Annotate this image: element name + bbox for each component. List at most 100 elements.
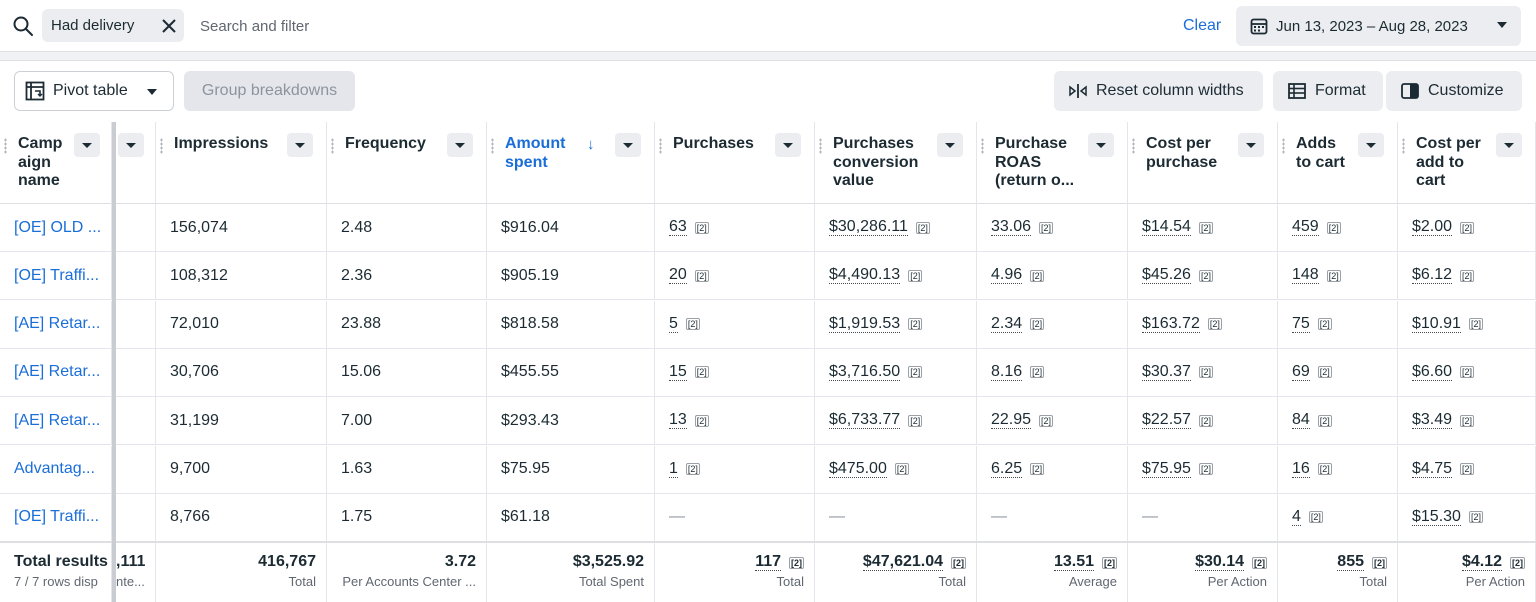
campaign-name-link[interactable]: [AE] Retar...	[14, 315, 100, 333]
column-drag-handle[interactable]	[819, 138, 822, 154]
campaign-name-cell[interactable]: [OE] OLD ...	[0, 204, 112, 252]
column-header-cost-per-add-to-cart[interactable]: Cost per add to cart	[1398, 122, 1536, 204]
atc-value[interactable]: 148	[1292, 267, 1319, 285]
customize-button[interactable]: Customize	[1386, 71, 1522, 111]
cpatc-value[interactable]: $10.91	[1412, 315, 1461, 333]
cpp-value[interactable]: $14.54	[1142, 219, 1191, 236]
column-header-cost-per-purchase[interactable]: Cost per purchase	[1128, 122, 1278, 204]
campaign-name-cell[interactable]: [AE] Retar...	[0, 397, 112, 446]
cpp-value[interactable]: $75.95	[1142, 460, 1191, 478]
roas-value[interactable]: 2.34	[991, 315, 1023, 333]
conv_value-value[interactable]: $475.00	[829, 460, 887, 478]
date-range-picker[interactable]: Jun 13, 2023 – Aug 28, 2023	[1236, 6, 1521, 46]
purchases-value[interactable]: 5	[669, 315, 678, 333]
column-drag-handle[interactable]	[1282, 138, 1285, 154]
atc-total-number[interactable]: 855	[1337, 553, 1364, 571]
column-header-purchase-roas[interactable]: Purchase ROAS (return o...	[977, 122, 1128, 204]
column-menu-chevron-down-icon[interactable]	[1358, 133, 1384, 157]
purchases-value[interactable]: 15	[669, 363, 687, 381]
column-menu-chevron-down-icon[interactable]	[447, 133, 473, 157]
column-drag-handle[interactable]	[331, 138, 334, 154]
cpatc-total-number[interactable]: $4.12	[1461, 553, 1502, 571]
atc-total-value[interactable]: 855 [2]	[1278, 553, 1387, 571]
cpatc-total-value[interactable]: $4.12 [2]	[1398, 553, 1525, 571]
column-menu-chevron-down-icon[interactable]	[775, 133, 801, 157]
purchases-value[interactable]: 1	[669, 460, 678, 478]
campaign-name-cell[interactable]: Advantag...	[0, 445, 112, 494]
column-menu-chevron-down-icon[interactable]	[937, 133, 963, 157]
cpatc-value[interactable]: $15.30	[1412, 508, 1461, 526]
column-menu-chevron-down-icon[interactable]	[287, 133, 313, 157]
column-menu-chevron-down-icon[interactable]	[1088, 133, 1114, 157]
campaign-name-link[interactable]: [OE] OLD ...	[14, 219, 101, 237]
column-drag-handle[interactable]	[4, 138, 7, 154]
campaign-name-cell[interactable]: [OE] Traffi...	[0, 252, 112, 301]
group-breakdowns-button[interactable]: Group breakdowns	[184, 71, 355, 111]
purchases-value[interactable]: 13	[669, 412, 687, 430]
column-drag-handle[interactable]	[160, 138, 163, 154]
column-menu-chevron-down-icon[interactable]	[1238, 133, 1264, 157]
purchases-total-value[interactable]: 117 [2]	[655, 553, 804, 571]
column-drag-handle[interactable]	[1132, 138, 1135, 154]
column-drag-handle[interactable]	[491, 138, 494, 154]
conv_value-value[interactable]: $6,733.77	[829, 412, 901, 430]
column-drag-handle[interactable]	[1402, 138, 1405, 154]
remove-filter-close-icon[interactable]	[160, 17, 178, 35]
column-header-amount-spent[interactable]: Amount spent ↓	[487, 122, 655, 204]
campaign-name-link[interactable]: Advantag...	[14, 460, 95, 478]
filter-chip-had-delivery[interactable]: Had delivery	[42, 9, 184, 42]
conv_value-total-number[interactable]: $47,621.04	[862, 553, 943, 571]
campaign-name-cell[interactable]: [AE] Retar...	[0, 348, 112, 397]
campaign-name-cell[interactable]: [AE] Retar...	[0, 300, 112, 349]
column-header-purchases[interactable]: Purchases	[655, 122, 815, 204]
conv_value-value[interactable]: $4,490.13	[829, 267, 901, 285]
column-header-adds-to-cart[interactable]: Adds to cart	[1278, 122, 1398, 204]
cpatc-value[interactable]: $6.12	[1412, 267, 1453, 285]
sort-descending-arrow-icon[interactable]: ↓	[587, 136, 595, 153]
column-drag-handle[interactable]	[981, 138, 984, 154]
roas-value[interactable]: 6.25	[991, 460, 1023, 478]
purchases-value[interactable]: 20	[669, 267, 687, 285]
column-drag-handle[interactable]	[659, 138, 662, 154]
conv_value-value[interactable]: $30,286.11	[829, 219, 908, 236]
reset-column-widths-button[interactable]: Reset column widths	[1054, 71, 1263, 111]
cpp-value[interactable]: $22.57	[1142, 412, 1191, 430]
atc-value[interactable]: 75	[1292, 315, 1310, 333]
roas-value[interactable]: 8.16	[991, 363, 1023, 381]
column-menu-chevron-down-icon[interactable]	[74, 133, 100, 157]
cpatc-value[interactable]: $2.00	[1412, 219, 1453, 236]
purchases-value[interactable]: 63	[669, 219, 687, 236]
cpp-value[interactable]: $45.26	[1142, 267, 1191, 285]
column-menu-chevron-down-icon[interactable]	[1496, 133, 1522, 157]
campaign-name-link[interactable]: [AE] Retar...	[14, 412, 100, 430]
column-header-campaign-name[interactable]: Camp aign name	[0, 122, 112, 204]
purchases-total-number[interactable]: 117	[755, 553, 781, 571]
atc-value[interactable]: 84	[1292, 412, 1310, 430]
column-menu-chevron-down-icon[interactable]	[118, 133, 144, 157]
conv_value-value[interactable]: $1,919.53	[829, 315, 901, 333]
campaign-name-link[interactable]: [AE] Retar...	[14, 363, 100, 381]
column-header-impressions[interactable]: Impressions	[156, 122, 327, 204]
conv_value-total-value[interactable]: $47,621.04 [2]	[815, 553, 966, 571]
cpatc-value[interactable]: $6.60	[1412, 363, 1453, 381]
roas-value[interactable]: 4.96	[991, 267, 1023, 285]
cpp-total-value[interactable]: $30.14 [2]	[1128, 553, 1267, 571]
roas-total-number[interactable]: 13.51	[1053, 553, 1094, 571]
atc-value[interactable]: 459	[1292, 219, 1319, 236]
roas-value[interactable]: 33.06	[991, 219, 1032, 236]
column-menu-chevron-down-icon[interactable]	[615, 133, 641, 157]
column-header-frequency[interactable]: Frequency	[327, 122, 487, 204]
cpatc-value[interactable]: $3.49	[1412, 412, 1453, 430]
atc-value[interactable]: 16	[1292, 460, 1310, 478]
pivot-table-dropdown[interactable]: Pivot table	[14, 71, 174, 111]
campaign-name-link[interactable]: [OE] Traffi...	[14, 508, 99, 526]
conv_value-value[interactable]: $3,716.50	[829, 363, 901, 381]
atc-value[interactable]: 4	[1292, 508, 1301, 526]
roas-value[interactable]: 22.95	[991, 412, 1032, 430]
cpp-total-number[interactable]: $30.14	[1195, 553, 1244, 571]
search-and-filter-input[interactable]	[200, 13, 1100, 39]
cpp-value[interactable]: $163.72	[1142, 315, 1200, 333]
frozen-column-divider[interactable]	[112, 122, 116, 602]
campaign-name-link[interactable]: [OE] Traffi...	[14, 267, 99, 285]
clear-filters-link[interactable]: Clear	[1183, 17, 1221, 35]
